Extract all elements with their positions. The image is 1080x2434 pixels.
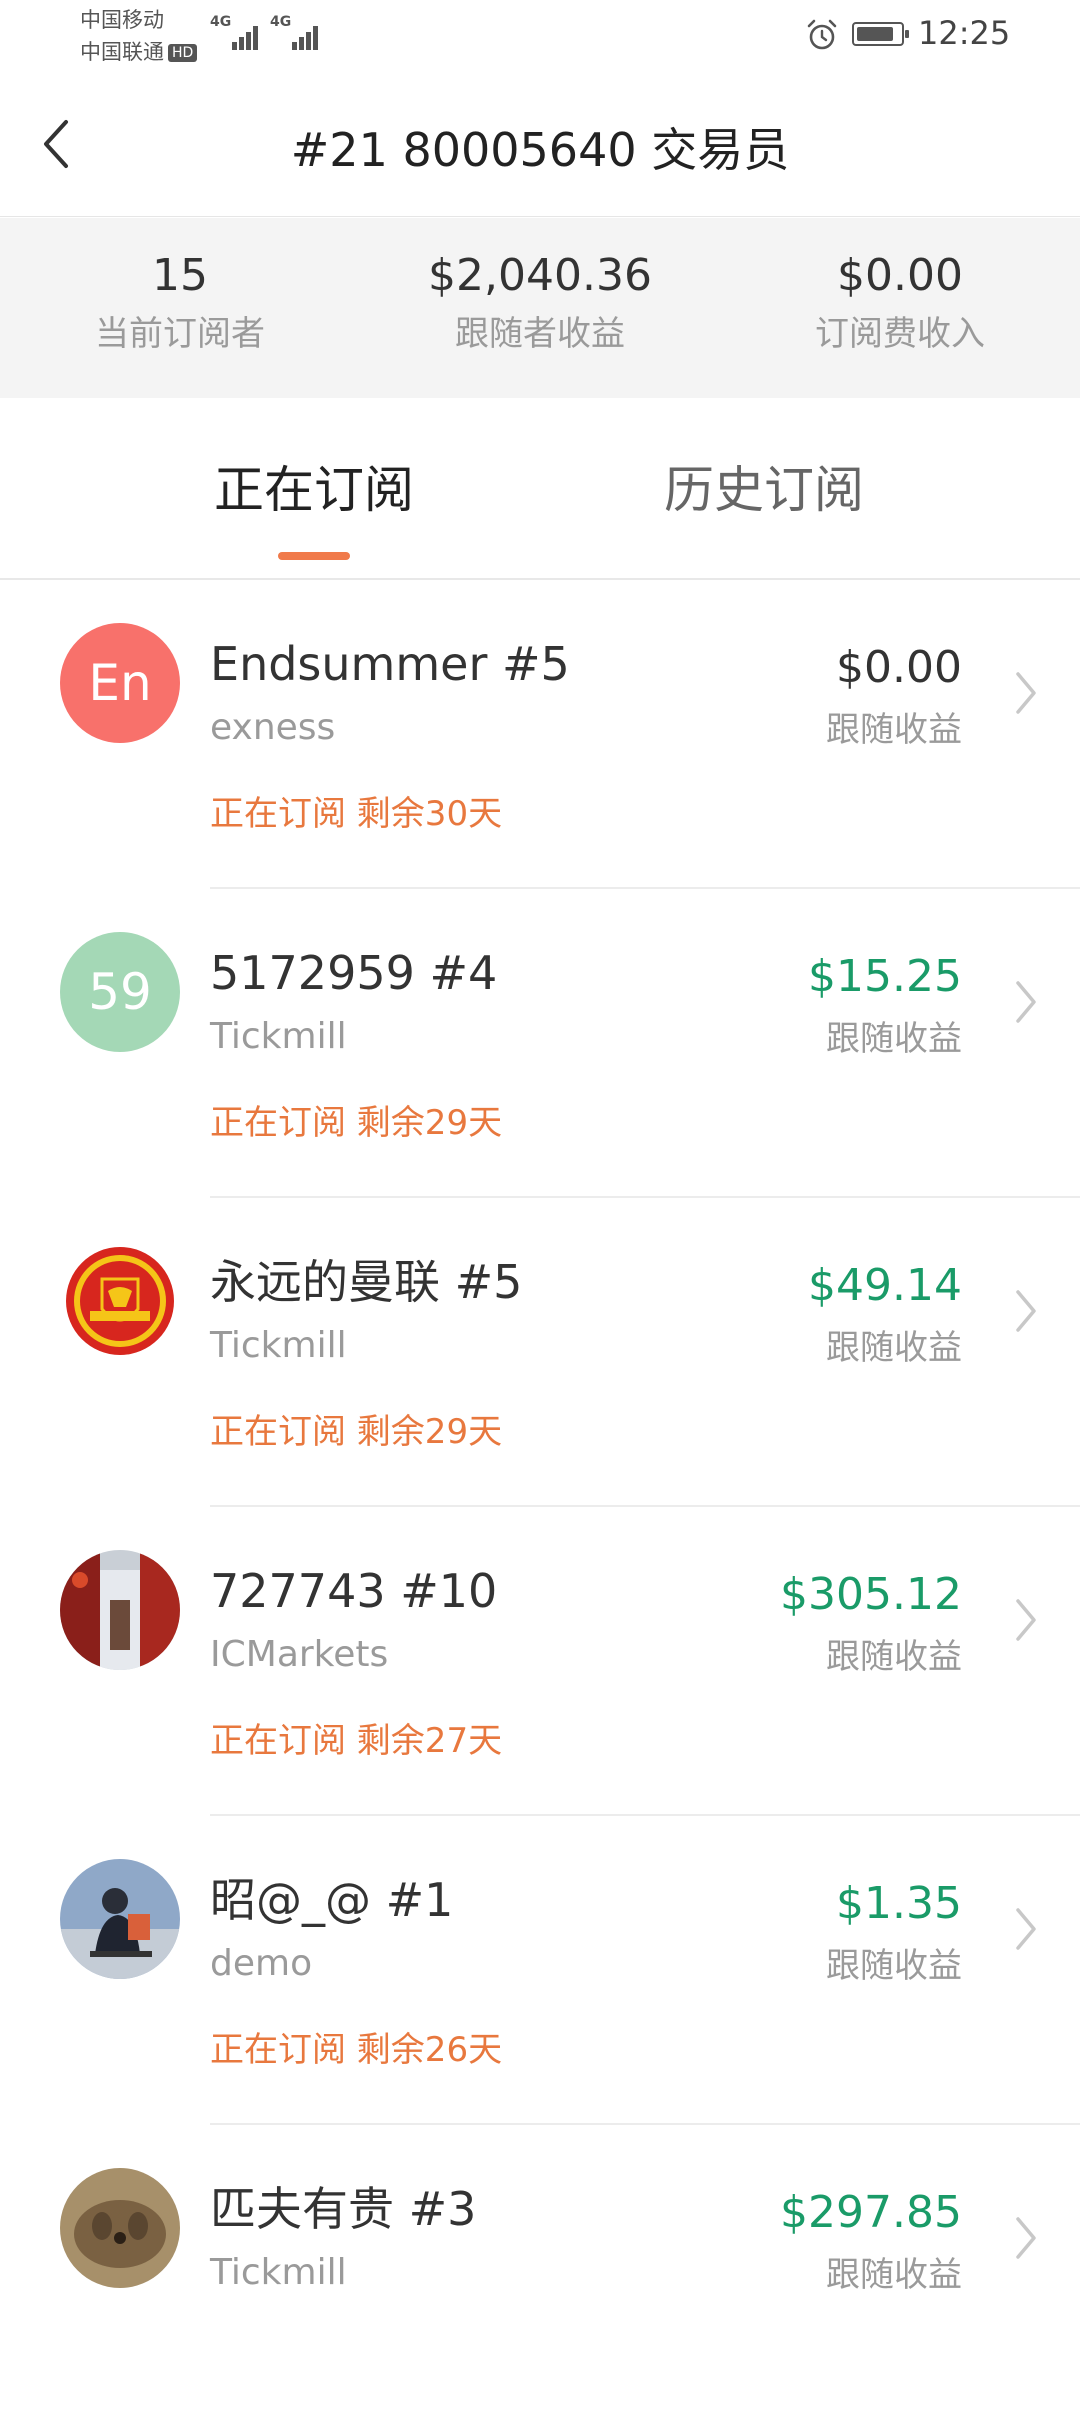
avatar: 59	[60, 932, 180, 1052]
chevron-right-icon	[1016, 981, 1036, 1023]
signal-icon: 4G	[210, 14, 262, 50]
chevron-right-icon	[1016, 1908, 1036, 1950]
battery-level	[857, 27, 893, 41]
signal-icon: 4G	[270, 14, 322, 50]
alarm-icon	[807, 19, 837, 50]
stat-value: $2,040.36	[428, 250, 652, 301]
trader-name: 永远的曼联 #5	[210, 1255, 523, 1309]
follow-profit: $15.25	[808, 951, 962, 1002]
tab-active-indicator	[278, 552, 350, 560]
subscription-status: 正在订阅 剩余29天	[210, 1412, 503, 1452]
tab-current-subscriptions[interactable]: 正在订阅	[214, 458, 414, 522]
avatar: En	[60, 623, 180, 743]
subscription-status: 正在订阅 剩余27天	[210, 1721, 503, 1761]
stat-label: 订阅费收入	[815, 314, 985, 354]
follow-profit: $49.14	[808, 1260, 962, 1311]
chevron-right-icon	[1016, 2217, 1036, 2259]
broker-name: ICMarkets	[210, 1634, 389, 1675]
subscription-status: 正在订阅 剩余26天	[210, 2030, 503, 2070]
follow-profit: $305.12	[780, 1569, 962, 1620]
broker-name: demo	[210, 1943, 313, 1984]
stat-value: 15	[152, 250, 208, 301]
stat-subscribers: 15 当前订阅者	[0, 218, 360, 398]
follow-profit-label: 跟随收益	[826, 1946, 962, 1986]
trader-name: 5172959 #4	[210, 946, 498, 1000]
page-title: #21 80005640 交易员	[290, 123, 790, 177]
list-item[interactable]: 匹夫有贵 #3 Tickmill $297.85 跟随收益	[0, 2125, 1080, 2434]
trader-name: Endsummer #5	[210, 637, 570, 691]
subscription-status: 正在订阅 剩余30天	[210, 794, 503, 834]
list-item[interactable]: 59 5172959 #4 Tickmill 正在订阅 剩余29天 $15.25…	[0, 889, 1080, 1198]
status-bar: 中国移动 中国联通 HD 4G 4G 12:25	[0, 0, 1080, 70]
follow-profit-label: 跟随收益	[826, 710, 962, 750]
follow-profit: $1.35	[836, 1878, 962, 1929]
broker-name: Tickmill	[210, 2252, 347, 2293]
broker-name: Tickmill	[210, 1325, 347, 1366]
subscription-status: 正在订阅 剩余29天	[210, 1103, 503, 1143]
broker-name: exness	[210, 707, 336, 748]
stat-label: 跟随者收益	[455, 314, 625, 354]
battery-icon	[852, 22, 909, 46]
list-item[interactable]: 727743 #10 ICMarkets 正在订阅 剩余27天 $305.12 …	[0, 1507, 1080, 1816]
tab-history-subscriptions[interactable]: 历史订阅	[664, 458, 864, 522]
photo-avatar	[60, 1859, 180, 1979]
subscription-list: En Endsummer #5 exness 正在订阅 剩余30天 $0.00 …	[0, 580, 1080, 2434]
list-item[interactable]: En Endsummer #5 exness 正在订阅 剩余30天 $0.00 …	[0, 580, 1080, 889]
club-crest-avatar	[60, 1241, 180, 1361]
app-header: #21 80005640 交易员	[0, 70, 1080, 217]
photo-avatar	[60, 1550, 180, 1670]
broker-name: Tickmill	[210, 1016, 347, 1057]
carrier-2: 中国联通 HD	[80, 38, 198, 66]
follow-profit: $297.85	[780, 2187, 962, 2238]
photo-avatar	[60, 2168, 180, 2288]
trader-name: 727743 #10	[210, 1564, 498, 1618]
chevron-right-icon	[1016, 672, 1036, 714]
carrier-1: 中国移动	[80, 8, 164, 32]
clock: 12:25	[918, 14, 1011, 52]
hd-badge: HD	[168, 44, 198, 62]
stat-value: $0.00	[837, 250, 963, 301]
follow-profit-label: 跟随收益	[826, 1019, 962, 1059]
follow-profit-label: 跟随收益	[826, 2255, 962, 2295]
follow-profit: $0.00	[836, 642, 962, 693]
stat-label: 当前订阅者	[95, 314, 265, 354]
stat-follower-profit: $2,040.36 跟随者收益	[360, 218, 720, 398]
follow-profit-label: 跟随收益	[826, 1637, 962, 1677]
carrier-2-label: 中国联通	[80, 40, 164, 64]
follow-profit-label: 跟随收益	[826, 1328, 962, 1368]
trader-name: 昭@_@ #1	[210, 1873, 454, 1927]
trader-name: 匹夫有贵 #3	[210, 2182, 477, 2236]
list-item[interactable]: 昭@_@ #1 demo 正在订阅 剩余26天 $1.35 跟随收益	[0, 1816, 1080, 2125]
chevron-right-icon	[1016, 1599, 1036, 1641]
list-item[interactable]: 永远的曼联 #5 Tickmill 正在订阅 剩余29天 $49.14 跟随收益	[0, 1198, 1080, 1507]
network-type-2: 4G	[270, 14, 292, 30]
tab-bar: 正在订阅 历史订阅	[0, 398, 1080, 580]
network-type-1: 4G	[210, 14, 232, 30]
chevron-right-icon	[1016, 1290, 1036, 1332]
stat-subscription-fee: $0.00 订阅费收入	[720, 218, 1080, 398]
stats-bar: 15 当前订阅者 $2,040.36 跟随者收益 $0.00 订阅费收入	[0, 218, 1080, 398]
